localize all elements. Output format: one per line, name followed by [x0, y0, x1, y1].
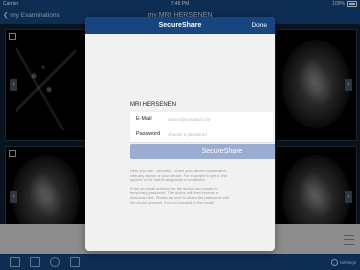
secureshare-button[interactable]: SecureShare	[130, 144, 275, 159]
dialog-title: SecureShare	[158, 22, 202, 29]
password-field[interactable]	[168, 130, 264, 139]
email-field[interactable]	[168, 115, 264, 124]
password-row: Password	[130, 127, 273, 143]
done-button[interactable]: Done	[251, 17, 267, 34]
secureshare-dialog: SecureShare Done MRI HERSENEN E-Mail Pas…	[85, 17, 275, 251]
email-label: E-Mail	[136, 116, 152, 122]
study-name: MRI HERSENEN	[130, 102, 177, 108]
email-row: E-Mail	[130, 112, 273, 128]
info-paragraph-1: Here you can - securely - share your abo…	[130, 168, 227, 183]
info-text: Here you can - securely - share your abo…	[130, 168, 232, 209]
dialog-header: SecureShare Done	[85, 17, 275, 34]
info-paragraph-2: Enter an email address for the doctor an…	[130, 185, 230, 205]
password-label: Password	[136, 131, 161, 137]
